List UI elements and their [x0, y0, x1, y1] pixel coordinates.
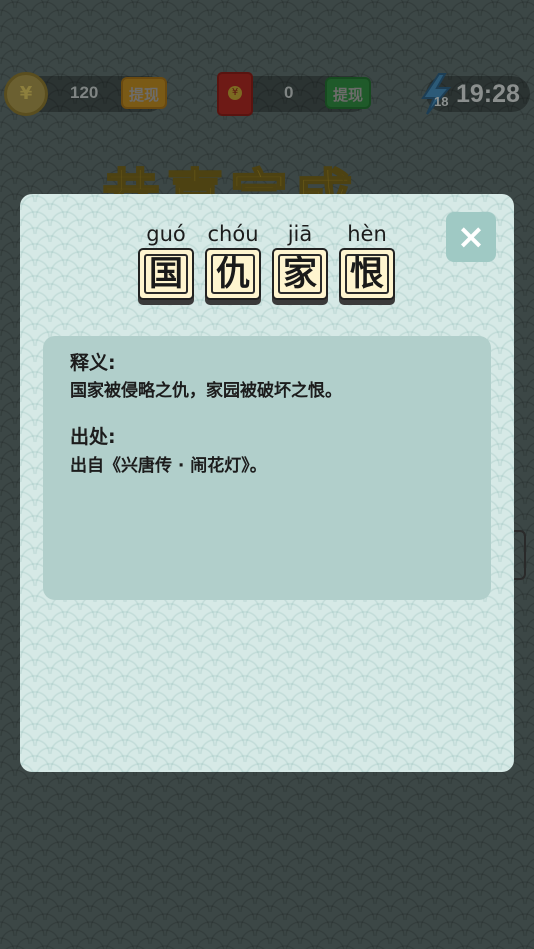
- source-heading: 出处:: [70, 426, 116, 448]
- timer: 19:28: [456, 80, 520, 108]
- pinyin: hèn: [347, 222, 387, 246]
- redpacket-withdraw-button[interactable]: 提现: [325, 77, 371, 109]
- idiom-char-3: jiā 家: [270, 220, 330, 300]
- char-tile: 国: [138, 248, 194, 300]
- source-text: 出自《兴唐传 · 闹花灯》。: [70, 456, 267, 476]
- idiom-char-2: chóu 仇: [203, 220, 263, 300]
- pinyin: guó: [146, 222, 186, 246]
- energy-count: 18: [434, 94, 449, 109]
- char-tile: 恨: [339, 248, 395, 300]
- meaning-heading: 释义:: [70, 352, 116, 374]
- idiom-detail-modal: × guó 国 chóu 仇 jiā 家 hèn 恨 释义: 国家被侵略之仇，家…: [20, 194, 514, 772]
- idiom-char-4: hèn 恨: [337, 220, 397, 300]
- coin-value: 120: [70, 83, 99, 102]
- char-tile: 仇: [205, 248, 261, 300]
- pinyin: jiā: [287, 222, 313, 246]
- coin-withdraw-button[interactable]: 提现: [121, 77, 167, 109]
- close-icon[interactable]: ×: [446, 212, 496, 262]
- idiom-display: guó 国 chóu 仇 jiā 家 hèn 恨: [136, 220, 398, 310]
- redpacket-value: 0: [284, 83, 294, 102]
- idiom-char-1: guó 国: [136, 220, 196, 300]
- pinyin: chóu: [207, 222, 259, 246]
- idiom-info-box: 释义: 国家被侵略之仇，家园被破坏之恨。 出处: 出自《兴唐传 · 闹花灯》。: [43, 336, 491, 600]
- meaning-text: 国家被侵略之仇，家园被破坏之恨。: [70, 381, 342, 401]
- coin-icon: ¥: [4, 72, 48, 116]
- redpacket-icon: [217, 72, 253, 116]
- char-tile: 家: [272, 248, 328, 300]
